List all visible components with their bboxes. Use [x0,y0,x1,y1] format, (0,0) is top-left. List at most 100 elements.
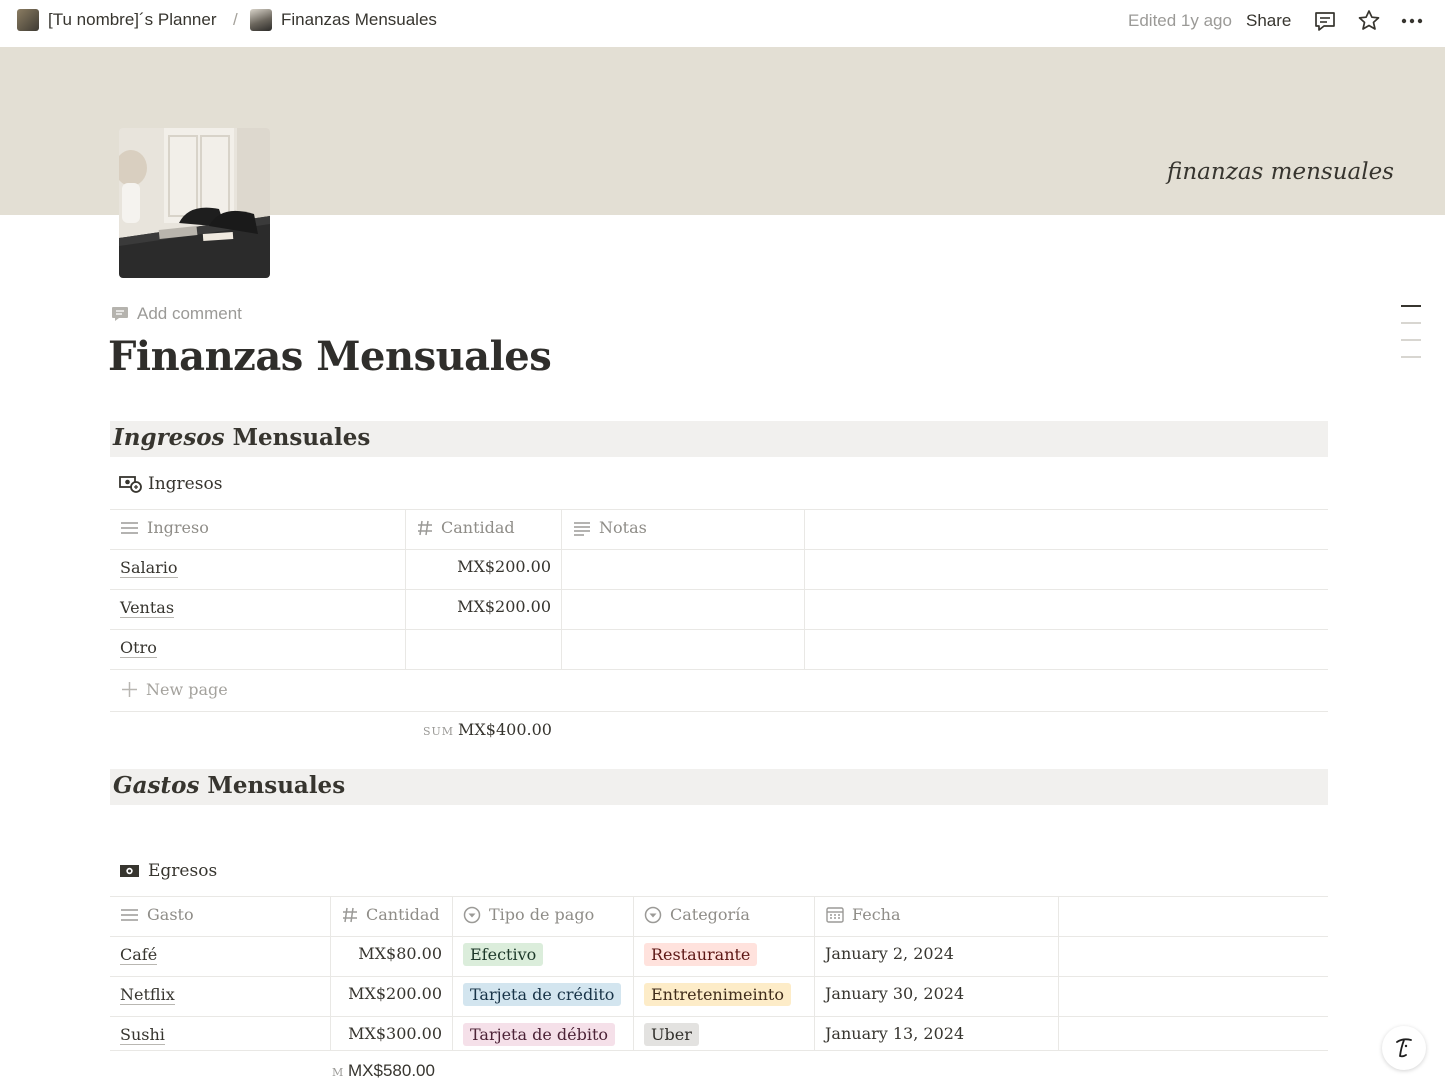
column-header-cantidad[interactable]: Cantidad [417,518,515,537]
tag-categoria[interactable]: Restaurante [644,943,758,966]
tag-tipo-de-pago[interactable]: Tarjeta de débito [463,1023,616,1046]
table-row-title[interactable]: Ventas [120,598,175,618]
row-amount[interactable]: MX$200.00 [410,557,551,576]
new-page-label: New page [146,680,228,699]
row-name: Café [120,945,158,965]
toc-marker[interactable] [1401,339,1421,341]
text-property-icon [121,908,138,921]
column-border [561,509,562,669]
tag-tipo-de-pago[interactable]: Tarjeta de crédito [463,983,622,1006]
breadcrumb-finanzas[interactable]: Finanzas Mensuales [250,9,437,31]
sum-value[interactable]: MX$580.00 [348,1061,435,1081]
row-amount[interactable]: MX$80.00 [335,944,442,963]
heading-rest: Mensuales [224,424,371,451]
sum-label[interactable]: SUM [423,725,454,738]
sum-value[interactable]: MX$400.00 [458,720,552,739]
column-header-ingreso[interactable]: Ingreso [120,518,209,537]
select-property-icon [463,906,481,923]
row-amount[interactable]: MX$300.00 [335,1024,442,1043]
table-border [110,669,1328,670]
breadcrumb-separator: / [233,10,238,29]
ingresos-database-label: Ingresos [148,474,223,494]
column-border [804,509,805,669]
row-fecha[interactable]: January 13, 2024 [825,1024,964,1043]
column-header-notas[interactable]: Notas [573,518,647,537]
column-header-categoria[interactable]: Categoría [644,905,750,924]
header-label: Ingreso [147,518,209,537]
planner-icon [17,9,39,31]
new-page-button[interactable]: New page [121,680,228,699]
column-border [452,896,453,1050]
ai-face-icon [1396,1038,1412,1058]
toc-marker[interactable] [1401,322,1421,324]
star-icon[interactable] [1356,8,1382,34]
tag-tipo-de-pago[interactable]: Efectivo [463,943,544,966]
header-label: Categoría [670,905,750,924]
page-icon-image[interactable] [119,128,270,278]
table-row-title[interactable]: Salario [120,558,178,578]
calendar-icon [826,907,844,923]
breadcrumb-planner[interactable]: [Tu nombre]´s Planner [17,9,217,31]
table-border [110,509,1328,510]
header-label: Notas [599,518,647,537]
header-label: Cantidad [441,518,515,537]
select-property-icon [644,906,662,923]
toc-marker[interactable] [1401,356,1421,358]
column-border [633,896,634,1050]
column-header-tipo-de-pago[interactable]: Tipo de pago [463,905,594,924]
heading-italic: Gastos [113,772,200,799]
table-border [110,549,1328,550]
table-border [110,711,1328,712]
column-header-fecha[interactable]: Fecha [826,905,901,924]
heading-rest: Mensuales [199,772,346,799]
table-border [110,976,1328,977]
ingresos-section-heading[interactable]: Ingresos Mensuales [110,421,1328,457]
more-options-icon[interactable] [1399,8,1425,34]
column-header-gasto[interactable]: Gasto [120,905,194,924]
heading-italic: Ingresos [113,424,225,451]
row-amount[interactable]: MX$200.00 [410,597,551,616]
gastos-section-heading[interactable]: Gastos Mensuales [110,769,1328,805]
share-button[interactable]: Share [1246,11,1291,31]
finanzas-page-icon [250,9,272,31]
column-border [814,896,815,1050]
gastos-heading-text: Gastos Mensuales [113,772,345,799]
header-label: Gasto [147,905,194,924]
egresos-database-title[interactable]: Egresos [119,861,217,881]
row-name: Sushi [120,1025,165,1045]
table-border [110,589,1328,590]
table-row-title[interactable]: Otro [120,638,157,658]
ingresos-heading-text: Ingresos Mensuales [113,424,370,451]
column-border [1058,896,1059,1050]
column-border [405,509,406,669]
table-row-title[interactable]: Netflix [120,985,175,1005]
row-name: Netflix [120,985,175,1005]
top-bar: [Tu nombre]´s Planner / Finanzas Mensual… [0,0,1445,44]
table-border [110,629,1328,630]
table-border [110,1016,1328,1017]
page-title[interactable]: Finanzas Mensuales [108,333,552,380]
column-border [330,896,331,1050]
table-row-title[interactable]: Sushi [120,1025,165,1045]
ingresos-database-title[interactable]: Ingresos [119,474,222,494]
row-amount[interactable]: MX$200.00 [335,984,442,1003]
comment-bubble-icon [112,307,128,321]
tag-categoria[interactable]: Uber [644,1023,699,1046]
edited-timestamp: Edited 1y ago [1128,11,1232,30]
tag-categoria[interactable]: Entretenimeinto [644,983,791,1006]
row-fecha[interactable]: January 30, 2024 [825,984,964,1003]
table-row-title[interactable]: Café [120,945,158,965]
column-header-cantidad[interactable]: Cantidad [342,905,440,924]
egresos-database-label: Egresos [148,861,218,881]
comment-icon[interactable] [1312,8,1338,34]
breadcrumb-planner-label: [Tu nombre]´s Planner [48,10,217,29]
toc-marker-active[interactable] [1401,305,1421,307]
add-comment-button[interactable]: Add comment [111,304,242,324]
money-exchange-icon [119,476,142,493]
sum-label[interactable]: M [332,1066,344,1079]
row-name: Otro [120,638,157,658]
row-fecha[interactable]: January 2, 2024 [825,944,954,963]
number-property-icon [343,907,357,922]
add-comment-label: Add comment [137,304,242,323]
notion-ai-button[interactable] [1382,1026,1426,1070]
